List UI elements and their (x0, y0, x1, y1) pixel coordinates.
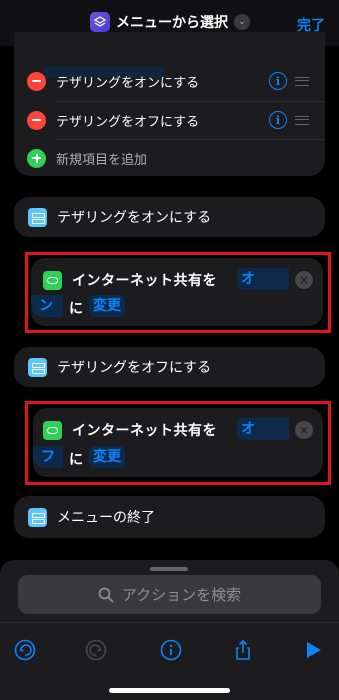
delete-item-button[interactable] (27, 71, 46, 91)
reorder-handle-icon[interactable] (295, 115, 309, 125)
link-icon (43, 421, 62, 440)
add-item-button[interactable] (27, 148, 46, 168)
scripting-icon (28, 207, 47, 227)
internet-sharing-action-off[interactable]: インターネット共有を オ ✕ フ に 変更 (33, 408, 323, 477)
menu-item-label[interactable]: テザリングをオフにする (56, 111, 199, 130)
case-label: テザリングをオフにする (57, 360, 212, 376)
remove-action-icon[interactable]: ✕ (295, 421, 313, 439)
scripting-icon (28, 507, 47, 527)
end-menu-label: メニューの終了 (57, 510, 155, 526)
action-text-connector: に (69, 452, 84, 468)
value-token[interactable]: オ (237, 268, 289, 290)
search-placeholder: アクションを検索 (121, 586, 242, 604)
info-icon[interactable]: i (269, 111, 287, 129)
case-label: テザリングをオンにする (57, 210, 212, 226)
menu-case-on[interactable]: テザリングをオンにする (14, 197, 325, 237)
menu-item-label[interactable]: テザリングをオンにする (56, 72, 199, 91)
home-indicator (109, 688, 230, 693)
reorder-handle-icon[interactable] (295, 76, 309, 86)
info-icon[interactable] (160, 639, 182, 661)
remove-action-icon[interactable]: ✕ (295, 271, 313, 289)
link-icon (43, 271, 62, 290)
search-field[interactable]: アクションを検索 (18, 575, 321, 614)
scripting-icon (28, 357, 47, 377)
internet-sharing-action-on[interactable]: インターネット共有を オ ✕ ン に 変更 (31, 258, 323, 326)
search-icon (98, 587, 114, 602)
end-menu-action[interactable]: メニューの終了 (14, 496, 325, 538)
add-item-row[interactable]: 新規項目を追加 (14, 139, 325, 177)
divider (0, 622, 339, 623)
shortcuts-app-icon (90, 12, 110, 32)
nav-title-button[interactable]: メニューから選択 ⌄ (90, 12, 250, 32)
play-icon[interactable] (302, 639, 324, 661)
action-text: インターネット共有を (72, 273, 217, 289)
value-token-wrap[interactable]: ン (31, 295, 63, 317)
action-text-connector: に (69, 301, 84, 317)
menu-item-row: テザリングをオンにする i (14, 62, 325, 100)
info-icon[interactable]: i (269, 72, 287, 90)
value-token-wrap[interactable]: フ (33, 446, 63, 468)
add-item-label[interactable]: 新規項目を追加 (56, 149, 147, 168)
sheet-grabber[interactable] (150, 567, 188, 571)
undo-icon[interactable] (14, 639, 36, 661)
action-token[interactable]: 変更 (89, 295, 125, 317)
action-token[interactable]: 変更 (89, 446, 125, 468)
delete-item-button[interactable] (27, 110, 46, 130)
action-search-sheet: アクションを検索 (0, 560, 339, 700)
value-token[interactable]: オ (237, 418, 289, 440)
chevron-down-icon: ⌄ (234, 14, 250, 30)
page-title: メニューから選択 (116, 15, 228, 31)
menu-item-row: テザリングをオフにする i (14, 101, 325, 139)
menu-items-card: テザリングをオンにする i テザリングをオフにする i 新規項目を追加 (14, 32, 325, 176)
redo-icon[interactable] (85, 639, 107, 661)
action-text: インターネット共有を (72, 423, 217, 439)
menu-case-off[interactable]: テザリングをオフにする (14, 347, 325, 387)
share-icon[interactable] (232, 639, 254, 661)
